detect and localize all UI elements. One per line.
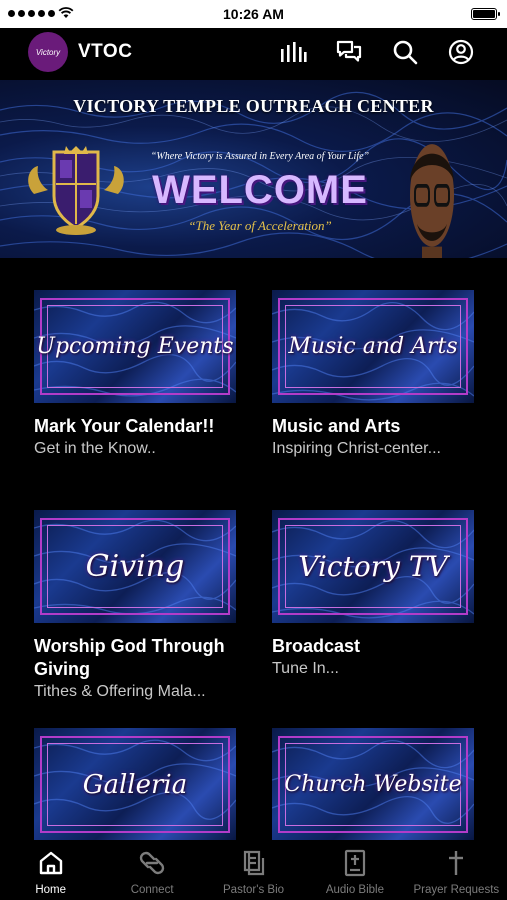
tile-image: Galleria (34, 728, 236, 841)
tab-prayer-requests[interactable]: Prayer Requests (406, 840, 507, 900)
bible-icon (343, 848, 367, 878)
account-icon[interactable] (447, 38, 475, 66)
tab-connect[interactable]: Connect (101, 840, 202, 900)
tile-giving[interactable]: Giving Worship God Through Giving Tithes… (34, 510, 236, 703)
tile-image-caption: Victory TV (298, 550, 448, 583)
tab-label: Home (35, 884, 67, 896)
search-icon[interactable] (391, 38, 419, 66)
tile-subtitle: Get in the Know.. (34, 440, 156, 457)
app-header: Victory VTOC (0, 28, 507, 78)
tile-church-website[interactable]: Church Website (272, 728, 474, 841)
banner-motto: “The Year of Acceleration” (188, 218, 332, 233)
connect-icon (138, 848, 166, 878)
tile-upcoming-events[interactable]: Upcoming Events Mark Your Calendar!! Get… (34, 290, 236, 460)
tile-image: Music and Arts (272, 290, 474, 403)
tab-label: Connect (130, 884, 174, 896)
app-title: VTOC (78, 41, 133, 62)
tile-image-caption: Music and Arts (288, 334, 458, 359)
tile-galleria[interactable]: Galleria (34, 728, 236, 841)
welcome-banner[interactable]: VICTORY TEMPLE OUTREACH CENTER “Where Vi… (0, 80, 507, 258)
tile-subtitle: Tithes & Offering Mala... (34, 683, 206, 700)
tile-image: Victory TV (272, 510, 474, 623)
tab-pastors-bio[interactable]: Pastor's Bio (203, 840, 304, 900)
tab-home[interactable]: Home (0, 840, 101, 900)
tab-audio-bible[interactable]: Audio Bible (304, 840, 405, 900)
tile-subtitle: Inspiring Christ-center... (272, 440, 441, 457)
app-logo[interactable]: Victory (28, 32, 68, 72)
tile-subtitle: Tune In... (272, 660, 339, 677)
tile-title: Worship God Through Giving (34, 636, 225, 679)
tile-image-caption: Galleria (82, 769, 188, 800)
app-logo-text: Victory (35, 47, 61, 57)
tile-music-and-arts[interactable]: Music and Arts Music and Arts Inspiring … (272, 290, 474, 460)
tile-image-caption: Giving (85, 549, 185, 584)
tile-image-caption: Upcoming Events (36, 334, 234, 359)
tab-label: Audio Bible (325, 884, 385, 896)
tile-title: Broadcast (272, 636, 361, 656)
tile-image-caption: Church Website (284, 772, 462, 797)
tile-image: Church Website (272, 728, 474, 841)
tile-title: Mark Your Calendar!! (34, 416, 215, 436)
tab-label: Prayer Requests (413, 884, 500, 896)
chat-icon[interactable] (335, 38, 363, 66)
book-icon (241, 848, 267, 878)
status-time: 10:26 AM (223, 6, 284, 22)
church-crest-logo (28, 146, 124, 235)
tile-title: Music and Arts (272, 416, 401, 436)
battery-icon (471, 8, 500, 20)
tab-label: Pastor's Bio (223, 884, 285, 896)
status-bar: 10:26 AM (0, 0, 507, 28)
pastor-photo (410, 144, 454, 258)
equalizer-icon[interactable] (279, 38, 307, 66)
cross-icon (446, 848, 466, 878)
home-icon (38, 848, 64, 878)
tile-image: Upcoming Events (34, 290, 236, 403)
tile-image: Giving (34, 510, 236, 623)
tile-victory-tv[interactable]: Victory TV Broadcast Tune In... (272, 510, 474, 680)
header-actions (279, 38, 475, 66)
bottom-tab-bar: Home Connect Pastor's Bio Audio Bible Pr… (0, 840, 507, 900)
